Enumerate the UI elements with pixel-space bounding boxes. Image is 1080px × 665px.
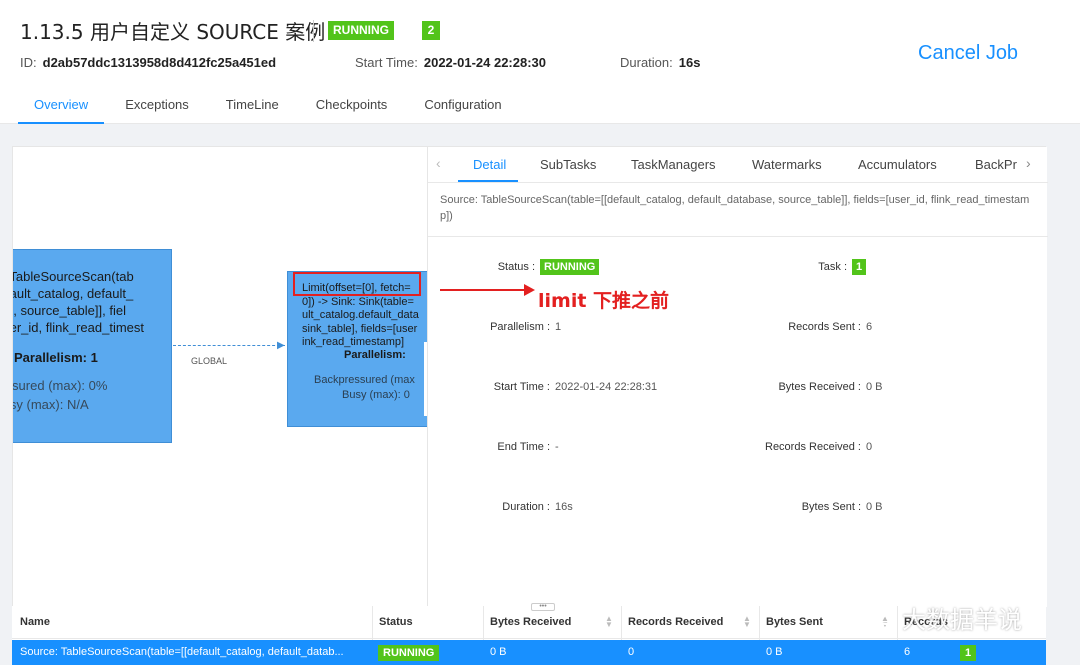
sort-icon[interactable]: ▲ ▼ [605, 615, 613, 629]
graph-edge [173, 345, 285, 346]
job-title: 1.13.5 用户自定义 SOURCE 案例 [20, 20, 326, 44]
detail-tab-backpressure[interactable]: BackPr [975, 157, 1017, 172]
col-bytes-sent[interactable]: Bytes Sent [766, 616, 823, 628]
detail-parallelism: Parallelism : 1 [428, 321, 561, 333]
row-tasks-badge: 1 [960, 645, 977, 661]
detail-status: Status : RUNNING [428, 259, 600, 275]
detail-end-time: End Time :- [428, 441, 559, 453]
row-name: Source: TableSourceScan(table=[[default_… [20, 646, 344, 658]
row-status-badge: RUNNING [378, 645, 440, 661]
detail-records-received: Records Received : 0 [728, 441, 872, 453]
node-sink-backpressure: Backpressured (max [314, 374, 415, 386]
row-records-received: 0 [628, 646, 635, 658]
duration-label: Duration : [502, 501, 550, 513]
node-source-parallelism: Parallelism: 1 [14, 350, 98, 365]
end-time-label: End Time : [497, 441, 550, 453]
job-duration: Duration: 16s [620, 55, 700, 70]
node-source-busy: Busy (max): N/A [13, 397, 89, 412]
job-header: 1.13.5 用户自定义 SOURCE 案例 RUNNING 2 ID: d2ab… [0, 0, 1080, 124]
parallelism-value: 1 [555, 321, 562, 333]
title-divider [313, 20, 314, 42]
tab-timeline[interactable]: TimeLine [210, 88, 295, 124]
highlight-box [293, 272, 421, 296]
wechat-icon [863, 603, 897, 625]
records-sent-label: Records Sent : [788, 321, 861, 333]
node-source-description: TableSourceScan(tab fault_catalog, defau… [13, 269, 145, 335]
graph-node-source[interactable]: TableSourceScan(tab fault_catalog, defau… [13, 249, 172, 443]
tab-checkpoints[interactable]: Checkpoints [300, 88, 404, 124]
vertex-detail-panel: ‹ Detail SubTasks TaskManagers Watermark… [427, 147, 1048, 607]
job-graph[interactable]: TableSourceScan(tab fault_catalog, defau… [13, 147, 427, 607]
node-sink-parallelism: Parallelism: [344, 349, 406, 361]
bytes-sent-value: 0 B [866, 501, 883, 513]
detail-start-time: Start Time : 2022-01-24 22:28:31 [428, 381, 657, 393]
detail-duration: Duration : 16s [428, 501, 573, 513]
detail-tab-watermarks[interactable]: Watermarks [752, 157, 822, 172]
table-row[interactable]: Source: TableSourceScan(table=[[default_… [12, 640, 1046, 665]
annotation-arrow-icon [440, 284, 535, 296]
bytes-received-label: Bytes Received : [778, 381, 861, 393]
detail-tab-subtasks[interactable]: SubTasks [540, 157, 596, 172]
edge-arrow-icon: ▶ [277, 340, 285, 351]
row-bytes-received: 0 B [490, 646, 507, 658]
annotation-text: limit 下推之前 [538, 290, 670, 312]
end-time-value: - [555, 441, 559, 453]
tab-exceptions[interactable]: Exceptions [109, 88, 205, 124]
job-task-count-badge: 2 [422, 21, 440, 40]
tab-configuration[interactable]: Configuration [408, 88, 517, 124]
records-sent-value: 6 [866, 321, 873, 333]
job-id-label: ID: [20, 55, 37, 70]
tabs-prev-icon[interactable]: ‹ [436, 155, 441, 171]
bytes-received-value: 0 B [866, 381, 883, 393]
job-id-value: d2ab57ddc1313958d8d412fc25a451ed [42, 55, 277, 70]
divider [428, 236, 1048, 237]
detail-records-sent: Records Sent : 6 [728, 321, 872, 333]
row-records-sent: 6 [904, 646, 911, 658]
records-received-label: Records Received : [765, 441, 861, 453]
node-source-backpressure: ressured (max): 0% [13, 378, 108, 393]
detail-bytes-received: Bytes Received : 0 B [728, 381, 883, 393]
cancel-job-button[interactable]: Cancel Job [918, 42, 1018, 65]
job-nav-tabs: Overview Exceptions TimeLine Checkpoints… [18, 88, 523, 124]
job-status-badge: RUNNING [328, 21, 394, 40]
duration-value: 16s [555, 501, 573, 513]
start-time-label: Start Time : [493, 381, 550, 393]
detail-tab-ink [458, 180, 518, 182]
job-id: ID: d2ab57ddc1313958d8d412fc25a451ed [20, 55, 276, 70]
edge-label: GLOBAL [191, 356, 228, 366]
start-time-label: Start Time: [355, 55, 418, 70]
bytes-sent-label: Bytes Sent : [801, 501, 861, 513]
task-label: Task : [818, 261, 847, 273]
col-name[interactable]: Name [20, 616, 50, 628]
resize-handle[interactable]: ••• [531, 603, 555, 611]
node-sink-busy: Busy (max): 0 [342, 389, 410, 401]
col-records-received[interactable]: Records Received [628, 616, 723, 628]
status-label: Status : [497, 261, 535, 273]
status-badge: RUNNING [540, 259, 600, 275]
sort-icon[interactable]: ▲ ▼ [743, 615, 751, 629]
detail-task: Task : 1 [728, 259, 867, 275]
records-received-value: 0 [866, 441, 873, 453]
job-start-time: Start Time: 2022-01-24 22:28:30 [355, 55, 546, 70]
detail-tab-taskmanagers[interactable]: TaskManagers [631, 157, 716, 172]
tabs-next-icon[interactable]: › [1026, 155, 1031, 171]
detail-tab-accumulators[interactable]: Accumulators [858, 157, 937, 172]
parallelism-label: Parallelism : [490, 321, 550, 333]
job-overview-panel: TableSourceScan(tab fault_catalog, defau… [12, 146, 1048, 607]
start-time-value: 2022-01-24 22:28:31 [555, 381, 658, 393]
col-status[interactable]: Status [379, 616, 413, 628]
duration-value: 16s [678, 55, 701, 70]
detail-tabs: ‹ Detail SubTasks TaskManagers Watermark… [428, 147, 1048, 183]
task-badge: 1 [852, 259, 867, 275]
start-time-value: 2022-01-24 22:28:30 [423, 55, 547, 70]
vertex-description: Source: TableSourceScan(table=[[default_… [440, 194, 1030, 222]
tab-overview[interactable]: Overview [18, 88, 105, 124]
detail-bytes-sent: Bytes Sent : 0 B [728, 501, 883, 513]
detail-tab-detail[interactable]: Detail [473, 157, 506, 172]
row-bytes-sent: 0 B [766, 646, 783, 658]
col-bytes-received[interactable]: Bytes Received [490, 616, 571, 628]
duration-label: Duration: [620, 55, 673, 70]
watermark-text: 大数据羊说 [902, 606, 1022, 634]
